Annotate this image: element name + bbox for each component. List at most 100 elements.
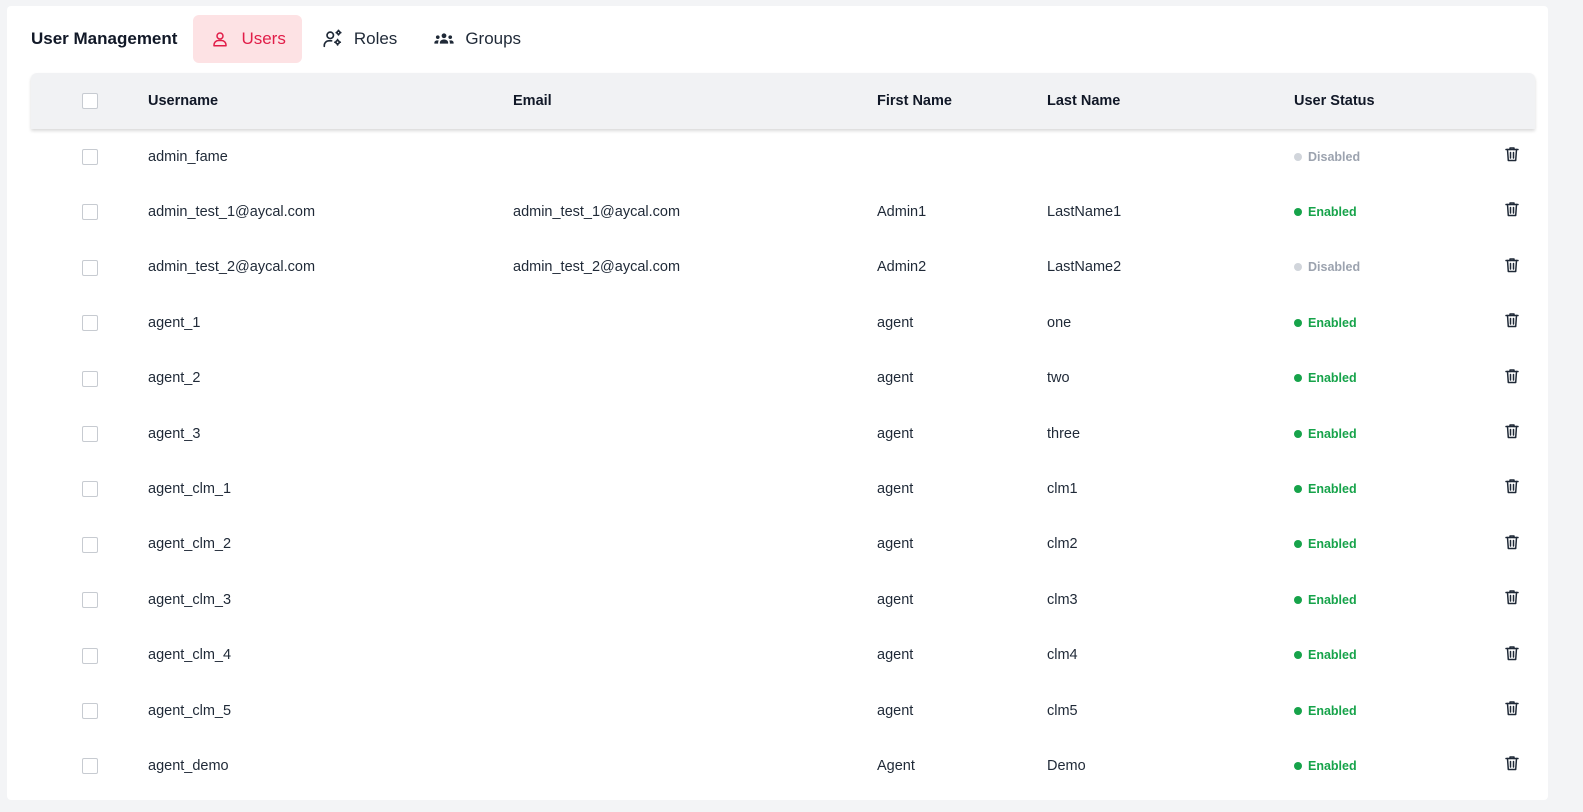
delete-user-button[interactable] (1505, 645, 1519, 661)
status-dot (1294, 318, 1302, 327)
roles-icon (322, 28, 344, 50)
tab-users[interactable]: Users (193, 15, 302, 63)
table-row[interactable]: agent_clm_1 agent clm1 Enabled (31, 461, 1535, 516)
status-badge: Enabled (1294, 628, 1357, 683)
delete-user-button[interactable] (1505, 755, 1519, 771)
cell-username: admin_test_1@aycal.com (148, 204, 316, 221)
table-row[interactable]: admin_test_1@aycal.com admin_test_1@ayca… (31, 184, 1535, 239)
row-checkbox[interactable] (82, 259, 98, 276)
table-row[interactable]: agent_clm_5 agent clm5 Enabled (31, 683, 1535, 738)
column-header-user-status[interactable]: User Status (1294, 73, 1375, 129)
status-badge: Enabled (1294, 351, 1357, 406)
status-dot (1294, 263, 1302, 272)
row-checkbox[interactable] (82, 370, 98, 387)
row-checkbox[interactable] (82, 536, 98, 553)
row-checkbox[interactable] (82, 702, 98, 719)
cell-first-name: agent (877, 481, 914, 498)
table-row[interactable]: agent_clm_2 agent clm2 Enabled (31, 517, 1535, 572)
cell-first-name: agent (877, 370, 914, 387)
delete-user-button[interactable] (1505, 368, 1519, 384)
status-badge: Enabled (1294, 683, 1357, 738)
cell-first-name: agent (877, 591, 914, 608)
table-body: admin_fame Disabled admin_test_1@aycal.c… (31, 129, 1535, 794)
table-row[interactable]: agent_clm_3 agent clm3 Enabled (31, 572, 1535, 627)
cell-username: agent_clm_3 (148, 591, 232, 608)
row-checkbox[interactable] (82, 315, 98, 332)
cell-last-name: LastName1 (1047, 204, 1122, 221)
row-checkbox[interactable] (82, 425, 98, 442)
cell-first-name: agent (877, 314, 914, 331)
delete-user-button[interactable] (1505, 534, 1519, 550)
row-checkbox[interactable] (82, 149, 98, 165)
cell-username: admin_fame (148, 148, 228, 165)
cell-last-name: clm2 (1047, 536, 1078, 553)
status-label: Disabled (1308, 260, 1361, 275)
status-dot (1294, 429, 1302, 438)
cell-first-name: agent (877, 702, 914, 719)
table-row[interactable]: agent_clm_4 agent clm4 Enabled (31, 628, 1535, 683)
status-label: Disabled (1308, 149, 1361, 164)
status-label: Enabled (1308, 482, 1357, 497)
status-dot (1294, 651, 1302, 660)
status-label: Enabled (1308, 371, 1357, 386)
cell-last-name: clm4 (1047, 647, 1078, 664)
row-checkbox[interactable] (82, 481, 98, 498)
cell-last-name: Demo (1047, 757, 1086, 774)
delete-user-button[interactable] (1505, 589, 1519, 605)
cell-last-name: LastName2 (1047, 259, 1122, 276)
groups-icon (433, 28, 455, 50)
status-badge: Enabled (1294, 738, 1357, 793)
table-row[interactable]: admin_fame Disabled (31, 129, 1535, 184)
row-checkbox[interactable] (82, 204, 98, 221)
column-header-email[interactable]: Email (513, 73, 552, 129)
trash-icon (1505, 424, 1519, 439)
column-header-first-name[interactable]: First Name (877, 73, 952, 129)
status-badge: Disabled (1294, 129, 1360, 184)
status-label: Enabled (1308, 315, 1357, 330)
user-management-panel: User Management Users Roles Groups Usern… (7, 6, 1548, 800)
status-dot (1294, 374, 1302, 383)
trash-icon (1505, 147, 1519, 162)
delete-user-button[interactable] (1505, 423, 1519, 439)
table-row[interactable]: admin_test_2@aycal.com admin_test_2@ayca… (31, 240, 1535, 295)
delete-user-button[interactable] (1505, 700, 1519, 716)
delete-user-button[interactable] (1505, 201, 1519, 217)
row-checkbox[interactable] (82, 647, 98, 664)
trash-icon (1505, 258, 1519, 273)
delete-user-button[interactable] (1505, 146, 1519, 162)
tab-groups-label: Groups (465, 29, 522, 48)
status-badge: Enabled (1294, 184, 1357, 239)
status-label: Enabled (1308, 205, 1357, 220)
cell-first-name: Admin2 (877, 259, 927, 276)
row-checkbox[interactable] (82, 592, 98, 609)
status-dot (1294, 485, 1302, 494)
delete-user-button[interactable] (1505, 478, 1519, 494)
row-checkbox[interactable] (82, 758, 98, 775)
tab-groups[interactable]: Groups (417, 15, 537, 63)
status-label: Enabled (1308, 648, 1357, 663)
status-label: Enabled (1308, 758, 1357, 773)
status-dot (1294, 706, 1302, 715)
table-row[interactable]: agent_3 agent three Enabled (31, 406, 1535, 461)
status-dot (1294, 540, 1302, 549)
table-row[interactable]: agent_demo Agent Demo Enabled (31, 738, 1535, 793)
delete-user-button[interactable] (1505, 257, 1519, 273)
trash-icon (1505, 701, 1519, 716)
column-header-last-name[interactable]: Last Name (1047, 73, 1120, 129)
cell-username: agent_clm_4 (148, 647, 232, 664)
cell-username: agent_clm_1 (148, 481, 232, 498)
table-row[interactable]: agent_2 agent two Enabled (31, 351, 1535, 406)
tab-roles[interactable]: Roles (306, 15, 413, 63)
users-table: Username Email First Name Last Name User… (31, 73, 1535, 794)
cell-first-name: agent (877, 647, 914, 664)
cell-last-name: clm3 (1047, 591, 1078, 608)
delete-user-button[interactable] (1505, 312, 1519, 328)
status-badge: Enabled (1294, 461, 1357, 516)
column-header-username[interactable]: Username (148, 73, 218, 129)
header: User Management Users Roles Groups (31, 15, 541, 63)
cell-last-name: two (1047, 370, 1070, 387)
user-icon (209, 28, 231, 50)
table-row[interactable]: agent_1 agent one Enabled (31, 295, 1535, 350)
cell-username: agent_1 (148, 314, 201, 331)
select-all-checkbox[interactable] (82, 93, 98, 109)
